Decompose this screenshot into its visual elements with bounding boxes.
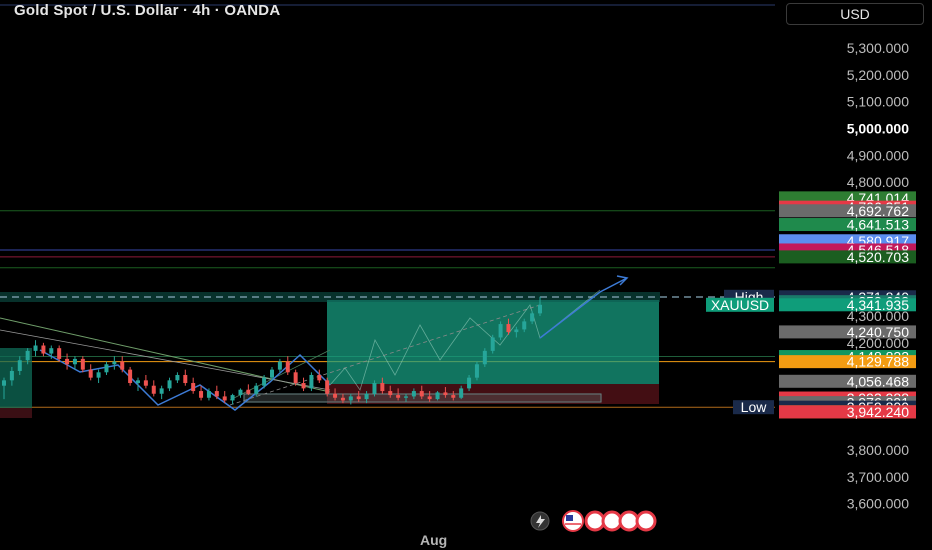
candle-body-21: [167, 380, 172, 389]
candle-body-4: [33, 345, 38, 351]
price-tag-10: 4,240.750: [847, 324, 909, 340]
candle-body-37: [293, 372, 298, 384]
candle-body-62: [490, 337, 495, 351]
candle-body-23: [183, 374, 188, 384]
currency-button[interactable]: USD: [786, 3, 924, 25]
candle-body-10: [80, 358, 85, 370]
candle-body-45: [356, 396, 361, 400]
chart-title: Gold Spot / U.S. Dollar · 4h · OANDA: [14, 2, 281, 19]
candle-body-60: [474, 364, 479, 378]
price-tag-12: 4,129.788: [847, 354, 909, 370]
candle-body-34: [270, 369, 274, 378]
candle-body-59: [467, 377, 472, 389]
y-tick-label-1: 5,200.000: [847, 67, 909, 83]
candle-body-42: [333, 393, 338, 398]
candle-body-8: [65, 358, 70, 365]
price-tag-3: 4,641.513: [847, 217, 909, 233]
candle-body-31: [246, 389, 251, 394]
candle-body-47: [372, 383, 377, 394]
candle-body-65: [514, 329, 519, 333]
left-zone-red: [0, 408, 32, 418]
y-tick-label-8: 3,800.000: [847, 442, 909, 458]
candle-body-40: [317, 374, 322, 381]
candle-body-14: [112, 361, 117, 365]
candle-body-58: [459, 388, 464, 398]
candle-body-26: [206, 391, 211, 398]
candle-body-61: [482, 350, 487, 365]
x-axis-label-aug: Aug: [420, 532, 448, 548]
event-icon-1[interactable]: [584, 510, 606, 532]
candle-body-22: [175, 374, 180, 381]
tag-label-xauusd: XAUUSD: [711, 297, 769, 313]
candle-body-1: [9, 370, 14, 381]
price-tag-13: 4,056.468: [847, 373, 909, 389]
candle-body-2: [17, 360, 22, 371]
candle-body-17: [136, 380, 140, 384]
y-tick-label-4: 4,900.000: [847, 147, 909, 163]
candle-body-46: [364, 393, 369, 400]
candle-body-41: [325, 380, 330, 394]
candle-body-68: [538, 304, 542, 314]
candle-body-24: [191, 383, 196, 392]
candle-body-27: [214, 391, 219, 397]
candle-body-36: [285, 361, 290, 373]
candle-body-48: [380, 383, 385, 392]
candle-body-49: [388, 391, 393, 396]
y-tick-label-0: 5,300.000: [847, 40, 909, 56]
candle-body-29: [230, 395, 235, 401]
candle-body-13: [104, 364, 109, 373]
candle-body-28: [222, 396, 227, 401]
price-tag-18: 3,942.240: [847, 404, 909, 420]
candle-body-44: [348, 396, 353, 401]
candle-body-38: [301, 383, 306, 389]
candle-body-39: [309, 374, 314, 389]
candle-body-0: [2, 380, 6, 386]
candle-body-19: [151, 385, 156, 394]
candle-body-54: [427, 396, 432, 400]
candle-body-52: [411, 391, 416, 397]
candle-body-12: [96, 372, 101, 378]
candle-body-3: [25, 350, 30, 361]
candle-body-32: [254, 385, 259, 394]
chart-canvas[interactable]: 5,300.000 5,200.000 5,100.000 5,000.000 4,90…: [0, 0, 932, 550]
candle-body-50: [396, 395, 401, 398]
candle-body-67: [530, 313, 535, 322]
y-tick-label-5: 4,800.000: [847, 174, 909, 190]
price-tag-6: 4,520.703: [847, 249, 909, 265]
candle-body-53: [419, 391, 424, 397]
candle-body-33: [262, 377, 267, 386]
candle-body-51: [404, 396, 408, 398]
y-tick-label-10: 3,600.000: [847, 496, 909, 512]
tag-label-low: Low: [741, 399, 768, 415]
event-icon-3[interactable]: [618, 510, 640, 532]
candle-body-15: [120, 361, 125, 370]
candle-body-9: [72, 358, 77, 365]
candle-body-18: [143, 380, 148, 386]
candle-body-6: [49, 348, 54, 354]
candle-body-56: [443, 392, 448, 396]
candle-body-64: [506, 324, 511, 333]
candle-body-55: [435, 392, 440, 400]
event-icon-4[interactable]: [635, 510, 657, 532]
candle-body-57: [451, 395, 456, 398]
us-flag-canton: [566, 515, 573, 521]
candle-body-35: [277, 361, 282, 370]
candle-body-7: [57, 348, 62, 359]
candle-body-11: [88, 369, 93, 378]
candle-body-25: [199, 391, 204, 398]
y-tick-label-9: 3,700.000: [847, 469, 909, 485]
event-icon-2[interactable]: [601, 510, 623, 532]
price-tag-9: 4,341.935: [847, 297, 909, 313]
candle-body-30: [238, 389, 243, 396]
candle-body-5: [41, 345, 46, 354]
candle-body-16: [128, 369, 133, 384]
y-tick-label-2: 5,100.000: [847, 94, 909, 110]
candle-body-63: [498, 324, 503, 338]
candle-body-66: [522, 321, 527, 330]
candle-body-43: [340, 397, 345, 401]
y-tick-label-3: 5,000.000: [847, 120, 909, 136]
candle-body-20: [159, 388, 164, 394]
